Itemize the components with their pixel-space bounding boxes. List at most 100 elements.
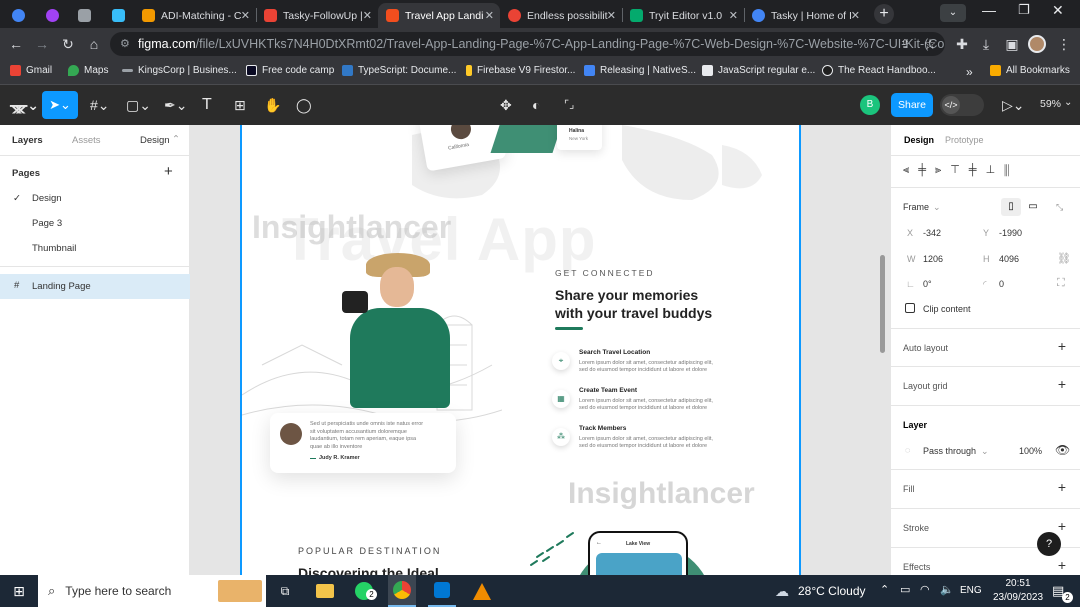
- taskbar-search[interactable]: ⌕ Type here to search: [38, 575, 266, 607]
- weather-text[interactable]: 28°C Cloudy: [798, 584, 866, 598]
- reload-icon[interactable]: ↻: [58, 34, 78, 54]
- bookmark-javascript-regex[interactable]: JavaScript regular e...: [702, 65, 815, 76]
- extensions-icon[interactable]: ✚: [952, 34, 972, 54]
- chevron-up-icon[interactable]: ⌃: [172, 134, 180, 145]
- layer-row-landing-page[interactable]: # Landing Page: [0, 274, 190, 299]
- language-indicator[interactable]: ENG: [960, 585, 982, 596]
- chevron-up-icon[interactable]: ⌃: [880, 583, 889, 596]
- bookmark-all[interactable]: All Bookmarks: [990, 65, 1070, 76]
- hand-tool-icon[interactable]: ✋: [264, 95, 281, 115]
- page-thumbnail[interactable]: Thumbnail: [32, 243, 76, 254]
- independent-corners-icon[interactable]: ⛶: [1057, 277, 1065, 290]
- volume-icon[interactable]: 🔈: [940, 583, 954, 596]
- page-design[interactable]: Design: [32, 193, 62, 204]
- bookmark-freecodecamp[interactable]: Free code camp: [246, 65, 334, 76]
- download-icon[interactable]: ⤓: [976, 34, 996, 54]
- blend-mode-dropdown[interactable]: Pass through: [923, 446, 976, 456]
- weather-cloud-icon[interactable]: ☁: [772, 575, 792, 607]
- restore-icon[interactable]: ❐: [1018, 2, 1030, 18]
- bookmark-react-handbook[interactable]: The React Handboo...: [822, 65, 936, 76]
- add-stroke-icon[interactable]: +: [1058, 518, 1066, 534]
- tab-search-icon[interactable]: ⌄: [940, 4, 966, 22]
- back-icon[interactable]: ←: [6, 34, 26, 54]
- present-icon[interactable]: ▷⌄: [1002, 95, 1025, 115]
- comment-tool-icon[interactable]: ◯: [296, 95, 312, 115]
- dev-mode-toggle[interactable]: </>: [940, 94, 984, 116]
- network-icon[interactable]: ▭: [900, 583, 910, 596]
- align-tools[interactable]: ⫷╪⫸⊤╪⊥⫼: [903, 163, 1018, 177]
- frame-tool-icon[interactable]: #⌄: [90, 95, 110, 115]
- bookmark-typescript[interactable]: TypeScript: Docume...: [342, 65, 456, 76]
- chrome-icon[interactable]: [388, 575, 416, 607]
- rotation-input[interactable]: 0°: [923, 279, 932, 289]
- close-icon[interactable]: ✕: [363, 9, 372, 22]
- tab-layers[interactable]: Layers: [12, 135, 43, 146]
- tab-adi-matching[interactable]: ADI-Matching - C ✕: [134, 3, 256, 28]
- tab-pinned-4[interactable]: [104, 3, 134, 28]
- windows-start-icon[interactable]: ⊞: [0, 575, 38, 607]
- tab-travel-app[interactable]: Travel App Landi ✕: [378, 3, 500, 28]
- text-tool-icon[interactable]: T: [202, 95, 212, 115]
- landscape-icon[interactable]: ▭: [1023, 198, 1043, 216]
- close-icon[interactable]: ✕: [607, 9, 616, 22]
- y-position-input[interactable]: -1990: [999, 228, 1022, 238]
- close-icon[interactable]: ✕: [729, 9, 738, 22]
- share-button[interactable]: Share: [891, 93, 933, 117]
- close-window-icon[interactable]: ✕: [1052, 2, 1064, 19]
- wifi-icon[interactable]: ◠: [920, 583, 930, 596]
- sidepanel-icon[interactable]: ▣: [1002, 34, 1022, 54]
- move-tool[interactable]: ➤⌄: [42, 91, 78, 119]
- tab-tryit[interactable]: Tryit Editor v1.0 ✕: [622, 3, 744, 28]
- chevron-down-icon[interactable]: ⌄: [981, 446, 989, 457]
- tab-assets[interactable]: Assets: [72, 135, 101, 146]
- add-layout-grid-icon[interactable]: +: [1058, 376, 1066, 392]
- width-input[interactable]: 1206: [923, 254, 943, 264]
- tab-tasky-followup[interactable]: Tasky-FollowUp | ✕: [256, 3, 378, 28]
- whatsapp-icon[interactable]: 2: [350, 575, 378, 607]
- new-tab-button[interactable]: +: [874, 4, 894, 24]
- add-auto-layout-icon[interactable]: +: [1058, 338, 1066, 354]
- portrait-icon[interactable]: ▯: [1001, 198, 1021, 216]
- bookmark-maps[interactable]: Maps: [68, 65, 108, 76]
- pen-tool-icon[interactable]: ✒⌄: [164, 95, 187, 115]
- frame-dropdown[interactable]: Frame: [903, 202, 929, 212]
- home-icon[interactable]: ⌂: [84, 34, 104, 54]
- opacity-input[interactable]: 100%: [1019, 446, 1042, 456]
- profile-avatar[interactable]: [1028, 35, 1046, 53]
- more-bookmarks-icon[interactable]: »: [966, 65, 973, 79]
- constrain-proportions-icon[interactable]: ⛓: [1057, 252, 1071, 265]
- close-icon[interactable]: ✕: [485, 9, 494, 22]
- address-bar[interactable]: ⚙ figma.com/file/LxUVHKTks7N4H0DtXRmt02/…: [110, 32, 945, 56]
- add-fill-icon[interactable]: +: [1058, 479, 1066, 495]
- resize-to-fit-icon[interactable]: ⤡: [1056, 202, 1063, 213]
- close-icon[interactable]: ✕: [241, 9, 250, 22]
- shape-tool-icon[interactable]: ▢⌄: [126, 95, 151, 115]
- height-input[interactable]: 4096: [999, 254, 1019, 264]
- minimize-icon[interactable]: —: [982, 2, 996, 18]
- bookmark-nativescript[interactable]: Releasing | NativeS...: [584, 65, 696, 76]
- clip-content-checkbox[interactable]: [905, 303, 915, 313]
- components-icon[interactable]: ✥: [500, 95, 512, 115]
- site-info-icon[interactable]: ⚙: [120, 32, 130, 56]
- tab-pinned-1[interactable]: [4, 3, 34, 28]
- bookmark-kingscorp[interactable]: KingsCorp | Busines...: [122, 65, 237, 76]
- dev-mode-icon[interactable]: ⌜⌟: [564, 95, 574, 115]
- corner-radius-input[interactable]: 0: [999, 279, 1004, 289]
- bookmark-star-icon[interactable]: ☆: [920, 34, 940, 54]
- x-position-input[interactable]: -342: [923, 228, 941, 238]
- page-3[interactable]: Page 3: [32, 218, 62, 229]
- close-icon[interactable]: ✕: [851, 9, 860, 22]
- tab-pinned-2[interactable]: [38, 3, 68, 28]
- landing-page-frame[interactable]: California Halina New York Travel App In…: [240, 125, 801, 575]
- share-icon[interactable]: ⇪: [895, 34, 915, 54]
- vlc-icon[interactable]: [468, 575, 496, 607]
- vscode-icon[interactable]: [428, 575, 456, 607]
- clock-date[interactable]: 23/09/2023: [990, 592, 1046, 603]
- figma-menu-icon[interactable]: ᚘ⌄: [10, 95, 39, 115]
- menu-icon[interactable]: ⋮: [1054, 34, 1074, 54]
- bookmark-firebase[interactable]: Firebase V9 Firestor...: [466, 65, 575, 76]
- chevron-down-icon[interactable]: ⌄: [1064, 97, 1072, 108]
- chevron-down-icon[interactable]: ⌄: [933, 202, 941, 213]
- page-design-dropdown[interactable]: Design: [140, 135, 170, 146]
- help-button[interactable]: ?: [1037, 532, 1061, 556]
